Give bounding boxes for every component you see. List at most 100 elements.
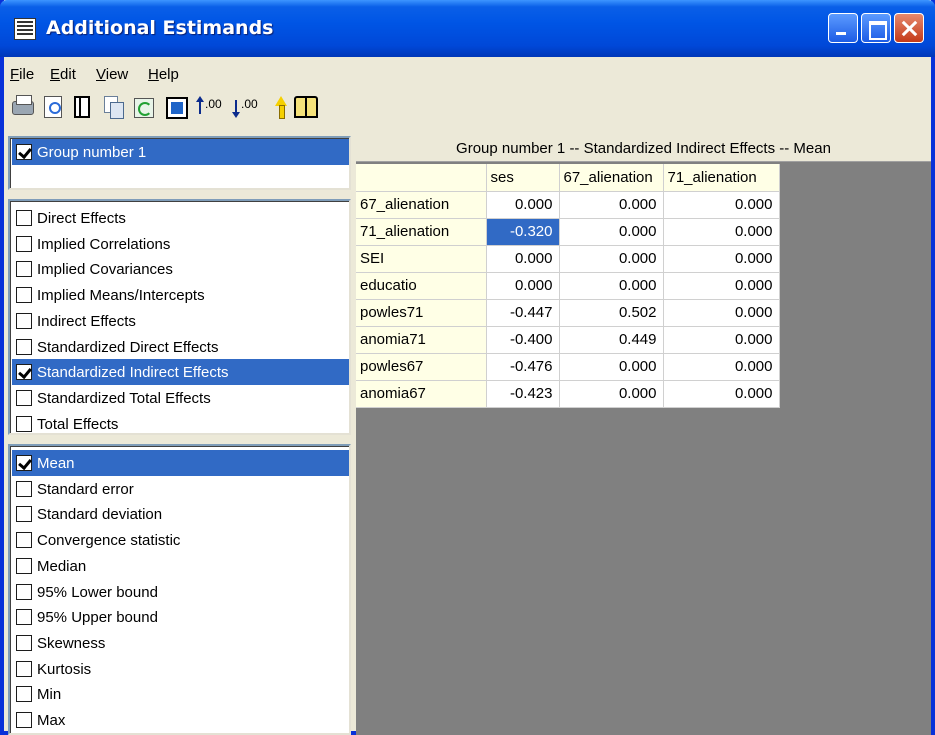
statistic-item[interactable]: Median: [12, 553, 349, 579]
table-cell[interactable]: 0.000: [559, 245, 664, 273]
row-header[interactable]: SEI: [356, 245, 487, 273]
row-header[interactable]: 71_alienation: [356, 218, 487, 246]
effects-item[interactable]: Standardized Total Effects: [12, 385, 349, 411]
increase-decimals-icon[interactable]: [196, 96, 204, 118]
menu-help[interactable]: Help: [148, 66, 179, 83]
help-book-icon[interactable]: [294, 96, 318, 118]
statistic-item[interactable]: Standard error: [12, 476, 349, 502]
table-cell[interactable]: 0.000: [486, 191, 560, 219]
checkbox[interactable]: [16, 389, 32, 406]
row-header[interactable]: powles67: [356, 353, 487, 381]
menu-edit[interactable]: Edit: [50, 66, 76, 83]
statistic-item[interactable]: Convergence statistic: [12, 527, 349, 553]
statistic-item[interactable]: 95% Upper bound: [12, 604, 349, 630]
checkbox[interactable]: [16, 583, 32, 600]
table-cell[interactable]: 0.000: [486, 245, 560, 273]
table-cell[interactable]: 0.000: [486, 272, 560, 300]
checkbox[interactable]: [16, 235, 32, 252]
effects-item-label: Indirect Effects: [37, 312, 136, 330]
print-preview-icon[interactable]: [44, 96, 62, 118]
checkbox[interactable]: [16, 455, 32, 471]
print-icon[interactable]: [12, 95, 34, 115]
checkbox[interactable]: [16, 338, 32, 355]
table-cell[interactable]: 0.000: [663, 326, 780, 354]
table-cell[interactable]: 0.000: [559, 353, 664, 381]
menu-file[interactable]: File: [10, 66, 34, 83]
checkbox[interactable]: [16, 415, 32, 432]
table-cell[interactable]: 0.449: [559, 326, 664, 354]
checkbox[interactable]: [16, 287, 32, 304]
table-header-row: ses 67_alienation 71_alienation: [356, 164, 780, 192]
checkbox[interactable]: [16, 609, 32, 626]
pointer-icon[interactable]: [272, 96, 287, 119]
row-header[interactable]: 67_alienation: [356, 191, 487, 219]
checkbox[interactable]: [16, 506, 32, 523]
statistic-item[interactable]: 95% Lower bound: [12, 579, 349, 605]
effects-item[interactable]: Total Effects: [12, 411, 349, 437]
statistic-item-label: Kurtosis: [37, 660, 92, 678]
table-cell[interactable]: 0.000: [663, 299, 780, 327]
checkbox[interactable]: [16, 660, 32, 677]
table-cell[interactable]: 0.000: [663, 380, 780, 408]
statistic-item[interactable]: Skewness: [12, 630, 349, 656]
minimize-button[interactable]: [828, 13, 858, 43]
row-header[interactable]: powles71: [356, 299, 487, 327]
close-button[interactable]: [894, 13, 924, 43]
effects-item[interactable]: Indirect Effects: [12, 308, 349, 334]
table-cell[interactable]: -0.476: [486, 353, 560, 381]
statistic-item[interactable]: Kurtosis: [12, 656, 349, 682]
statistic-item-label: Standard deviation: [37, 506, 163, 524]
checkbox[interactable]: [16, 312, 32, 329]
decrease-decimals-icon[interactable]: [232, 96, 240, 118]
column-header[interactable]: 67_alienation: [559, 164, 664, 192]
column-header[interactable]: ses: [486, 164, 560, 192]
row-header[interactable]: educatio: [356, 272, 487, 300]
checkbox[interactable]: [16, 364, 32, 381]
statistic-item[interactable]: Standard deviation: [12, 501, 349, 527]
page-setup-icon[interactable]: [74, 96, 90, 118]
statistic-item[interactable]: Min: [12, 681, 349, 707]
statistic-item[interactable]: Max: [12, 707, 349, 733]
column-header[interactable]: 71_alienation: [663, 164, 780, 192]
title-bar[interactable]: Additional Estimands: [0, 0, 935, 57]
table-cell[interactable]: 0.000: [559, 191, 664, 219]
effects-item[interactable]: Standardized Indirect Effects: [12, 359, 349, 386]
effects-item[interactable]: Implied Means/Intercepts: [12, 282, 349, 308]
table-cell[interactable]: 0.000: [663, 191, 780, 219]
table-cell[interactable]: 0.000: [559, 272, 664, 300]
checkbox[interactable]: [16, 686, 32, 703]
checkbox[interactable]: [16, 210, 32, 226]
row-header[interactable]: anomia71: [356, 326, 487, 354]
row-header[interactable]: anomia67: [356, 380, 487, 408]
checkbox[interactable]: [16, 532, 32, 549]
checkbox[interactable]: [16, 144, 32, 160]
table-cell[interactable]: 0.000: [663, 353, 780, 381]
group-item[interactable]: Group number 1: [12, 139, 349, 165]
copy-icon[interactable]: [104, 96, 124, 119]
maximize-button[interactable]: [861, 13, 891, 43]
table-cell[interactable]: 0.502: [559, 299, 664, 327]
table-cell[interactable]: 0.000: [663, 245, 780, 273]
effects-item[interactable]: Implied Correlations: [12, 231, 349, 257]
menu-view[interactable]: View: [96, 66, 128, 83]
table-cell[interactable]: 0.000: [663, 272, 780, 300]
statistic-item[interactable]: Mean: [12, 450, 349, 476]
table-cell[interactable]: 0.000: [559, 380, 664, 408]
effects-item[interactable]: Standardized Direct Effects: [12, 334, 349, 360]
checkbox[interactable]: [16, 634, 32, 651]
table-cell[interactable]: -0.400: [486, 326, 560, 354]
checkbox[interactable]: [16, 712, 32, 728]
table-cell[interactable]: 0.000: [559, 218, 664, 246]
checkbox[interactable]: [16, 557, 32, 574]
table-row: powles71 -0.447 0.502 0.000: [356, 299, 780, 327]
effects-item[interactable]: Direct Effects: [12, 205, 349, 231]
fit-window-icon[interactable]: [166, 97, 188, 119]
table-cell[interactable]: -0.320: [486, 218, 560, 246]
checkbox[interactable]: [16, 261, 32, 278]
refresh-icon[interactable]: [134, 98, 154, 118]
table-cell[interactable]: -0.423: [486, 380, 560, 408]
checkbox[interactable]: [16, 480, 32, 497]
table-cell[interactable]: -0.447: [486, 299, 560, 327]
table-cell[interactable]: 0.000: [663, 218, 780, 246]
effects-item[interactable]: Implied Covariances: [12, 256, 349, 282]
